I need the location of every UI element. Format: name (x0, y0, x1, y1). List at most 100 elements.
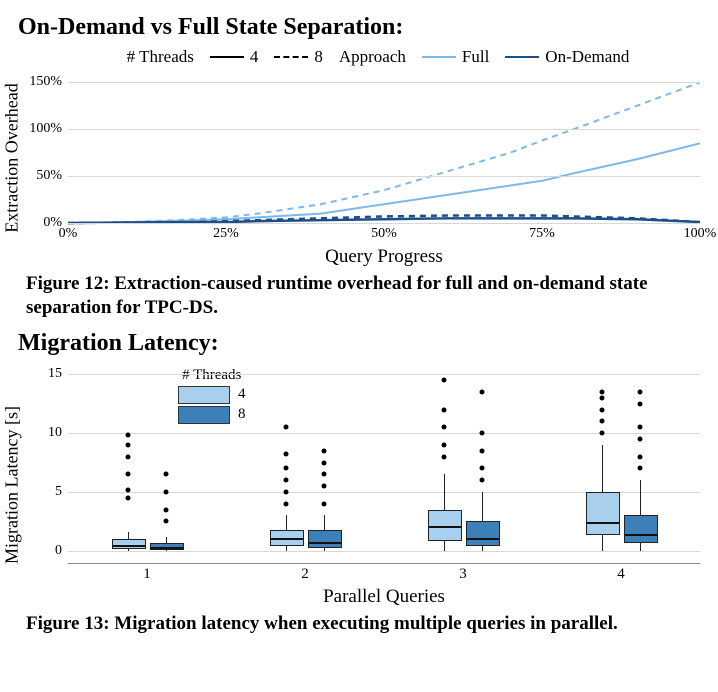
xtick: 75% (529, 226, 555, 242)
line-dashed-icon (274, 56, 308, 58)
outlier-point (442, 442, 447, 447)
outlier-point (480, 478, 485, 483)
xtick: 25% (213, 226, 239, 242)
legend-full-label: Full (462, 47, 489, 67)
fig13-ylabel: Migration Latency [s] (2, 406, 23, 564)
boxplot-box (308, 530, 342, 548)
box-light-icon (178, 386, 230, 404)
outlier-point (600, 395, 605, 400)
xtick: 2 (301, 566, 309, 583)
boxplot-box (466, 521, 500, 545)
outlier-point (600, 389, 605, 394)
fig12-plot-area: 0%50%100%150% (68, 73, 700, 224)
legend-threads-4: 4 (210, 47, 259, 67)
figure-12: Extraction Overhead # Threads 4 8 Approa… (26, 47, 700, 268)
outlier-point (284, 489, 289, 494)
fig12-ylabel: Extraction Overhead (2, 83, 23, 232)
boxplot-box (112, 539, 146, 549)
ytick: 100% (29, 121, 62, 137)
outlier-point (638, 389, 643, 394)
ytick: 50% (36, 168, 62, 184)
legend-threads-8: 8 (274, 47, 323, 67)
outlier-point (126, 495, 131, 500)
xtick: 3 (459, 566, 467, 583)
boxplot-box (150, 543, 184, 551)
series-line (68, 143, 700, 223)
outlier-point (164, 507, 169, 512)
boxplot-box (624, 515, 658, 543)
outlier-point (126, 454, 131, 459)
outlier-point (322, 448, 327, 453)
outlier-point (164, 519, 169, 524)
fig12-xaxis: 0%25%50%75%100% (68, 224, 700, 246)
ytick: 10 (48, 425, 62, 441)
outlier-point (442, 407, 447, 412)
outlier-point (480, 448, 485, 453)
legend-box-4: 4 (178, 386, 246, 404)
outlier-point (442, 378, 447, 383)
outlier-point (284, 466, 289, 471)
outlier-point (164, 489, 169, 494)
outlier-point (126, 442, 131, 447)
outlier-point (126, 487, 131, 492)
boxplot-box (428, 510, 462, 541)
legend-threads-4-label: 4 (250, 47, 259, 67)
section-title-migration: Migration Latency: (18, 330, 700, 357)
outlier-point (638, 401, 643, 406)
legend-threads-8-label: 8 (314, 47, 323, 67)
ytick: 150% (29, 74, 62, 90)
outlier-point (284, 501, 289, 506)
outlier-point (126, 433, 131, 438)
boxplot-box (270, 530, 304, 546)
fig12-xlabel: Query Progress (68, 246, 700, 268)
line-darkblue-icon (505, 56, 539, 58)
fig13-plot-area: # Threads 4 8 051015 (68, 363, 700, 564)
series-line (68, 82, 700, 223)
xtick: 50% (371, 226, 397, 242)
outlier-point (322, 472, 327, 477)
outlier-point (126, 472, 131, 477)
fig12-caption: Figure 12: Extraction-caused runtime ove… (26, 272, 694, 320)
fig12-legend: # Threads 4 8 Approach Full On-Demand (56, 47, 700, 67)
outlier-point (480, 389, 485, 394)
outlier-point (284, 478, 289, 483)
figure-13: Migration Latency [s] # Threads 4 8 0510… (26, 363, 700, 608)
outlier-point (638, 425, 643, 430)
line-solid-icon (210, 56, 244, 58)
fig13-xlabel: Parallel Queries (68, 586, 700, 608)
xtick: 0% (59, 226, 78, 242)
outlier-point (322, 501, 327, 506)
ytick: 15 (48, 366, 62, 382)
legend-threads-label: # Threads (127, 47, 194, 67)
legend-ondemand-label: On-Demand (545, 47, 629, 67)
legend-approach-label: Approach (339, 47, 406, 67)
outlier-point (600, 407, 605, 412)
outlier-point (638, 436, 643, 441)
legend-box-8-label: 8 (238, 406, 246, 423)
section-title-separation: On-Demand vs Full State Separation: (18, 14, 700, 41)
outlier-point (442, 425, 447, 430)
xtick: 1 (143, 566, 151, 583)
outlier-point (480, 431, 485, 436)
line-lightblue-icon (422, 56, 456, 58)
outlier-point (442, 454, 447, 459)
legend-box-4-label: 4 (238, 386, 246, 403)
fig12-lines (68, 73, 700, 223)
outlier-point (600, 431, 605, 436)
legend-full: Full (422, 47, 489, 67)
ytick: 5 (55, 484, 62, 500)
outlier-point (284, 452, 289, 457)
legend-ondemand: On-Demand (505, 47, 629, 67)
ytick: 0 (55, 543, 62, 559)
outlier-point (638, 454, 643, 459)
box-dark-icon (178, 406, 230, 424)
boxplot-box (586, 492, 620, 535)
xtick: 4 (617, 566, 625, 583)
fig13-caption: Figure 13: Migration latency when execut… (26, 612, 694, 636)
outlier-point (322, 460, 327, 465)
legend-box-8: 8 (178, 406, 246, 424)
fig13-xaxis: 1 2 3 4 (68, 564, 700, 586)
outlier-point (322, 484, 327, 489)
fig13-legend: # Threads 4 8 (178, 367, 246, 426)
outlier-point (600, 419, 605, 424)
